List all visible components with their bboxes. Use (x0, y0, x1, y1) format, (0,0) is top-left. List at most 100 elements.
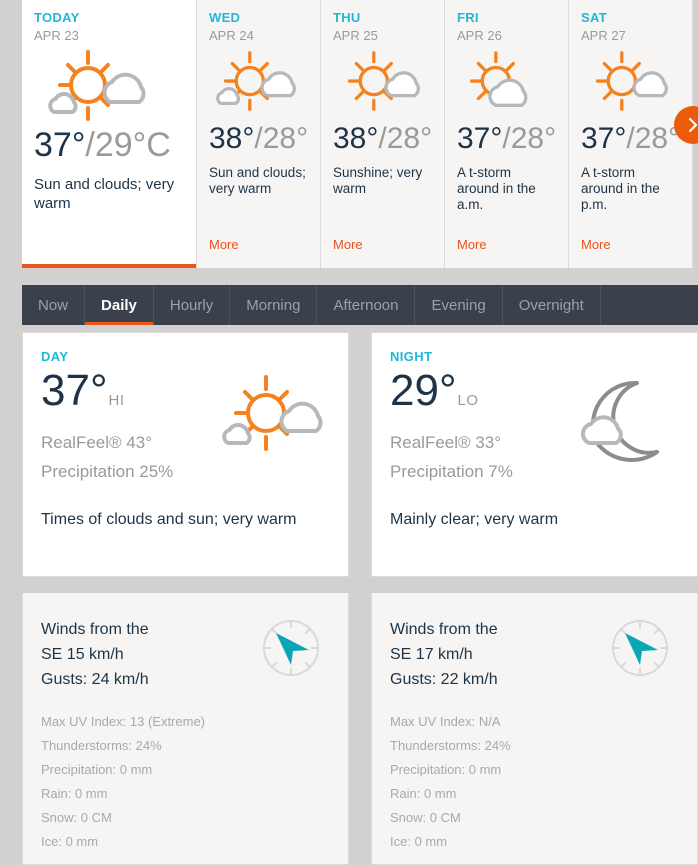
forecast-high-temp: 37° (34, 126, 86, 164)
forecast-date-label: APR 27 (581, 28, 626, 43)
night-detail-list: Max UV Index: N/A Thunderstorms: 24% Pre… (390, 710, 679, 854)
forecast-temperature: 37°/28° (457, 122, 556, 156)
forecast-description: Sun and clouds; very warm (34, 176, 175, 212)
forecast-low-temp: /28° (502, 122, 557, 155)
night-compass-wrap (609, 617, 671, 679)
day-temp-suffix: HI (108, 392, 125, 409)
day-description: Times of clouds and sun; very warm (41, 511, 297, 528)
compass-se-icon (263, 620, 319, 676)
tab-hourly[interactable]: Hourly (154, 285, 231, 325)
day-detail-list: Max UV Index: 13 (Extreme) Thunderstorms… (41, 710, 330, 854)
tab-label: Overnight (518, 296, 584, 314)
day-weather-icon-wrap (216, 371, 326, 471)
forecast-high-temp: 37° (457, 122, 503, 155)
night-detail-snow: Snow: 0 CM (390, 810, 461, 825)
forecast-more-link[interactable]: More (333, 237, 363, 252)
day-summary-card: DAY 37°HI RealFeel® 43° Precipitation 25… (22, 332, 349, 577)
forecast-card-fri[interactable]: FRI APR 26 37°/28° A t-storm around in t… (445, 0, 569, 268)
night-wind-card: Winds from the SE 17 km/h Gusts: 22 km/h… (371, 593, 698, 865)
tab-now[interactable]: Now (22, 285, 86, 325)
sun-behind-small-cloud-icon (595, 51, 668, 111)
sun-behind-cloud-icon (216, 51, 296, 111)
day-compass-wrap (260, 617, 322, 679)
forecast-description: A t-storm around in the p.m. (581, 165, 660, 212)
forecast-low-temp: /29°C (85, 126, 171, 164)
forecast-high-temp: 37° (581, 122, 627, 155)
forecast-day-label: WED (209, 10, 241, 25)
forecast-description: Sunshine; very warm (333, 165, 423, 196)
forecast-date-label: APR 23 (34, 28, 79, 43)
day-detail-uv: Max UV Index: 13 (Extreme) (41, 714, 205, 729)
day-detail-snow: Snow: 0 CM (41, 810, 112, 825)
forecast-more-link[interactable]: More (209, 237, 239, 252)
day-label: DAY (41, 349, 69, 364)
forecast-low-temp: /28° (254, 122, 309, 155)
tab-label: Afternoon (333, 296, 399, 314)
night-temp-value: 29° (390, 366, 457, 415)
forecast-high-temp: 38° (333, 122, 379, 155)
moon-behind-cloud-icon (580, 380, 659, 462)
forecast-more-link[interactable]: More (457, 237, 487, 252)
forecast-card-wed[interactable]: WED APR 24 38°/28° Sun and clouds; very … (197, 0, 321, 268)
forecast-temperature: 38°/28° (209, 122, 308, 156)
forecast-low-temp: /28° (378, 122, 433, 155)
tab-label: Daily (101, 296, 137, 314)
forecast-strip: TODAY APR 23 37°/29°C Sun and clouds; ve… (0, 0, 698, 270)
forecast-day-label: TODAY (34, 10, 80, 25)
forecast-day-label: FRI (457, 10, 479, 25)
tab-overnight[interactable]: Overnight (503, 285, 601, 325)
forecast-icon-wrap (209, 44, 308, 122)
forecast-icon-wrap (457, 44, 556, 122)
forecast-day-label: THU (333, 10, 361, 25)
forecast-date-label: APR 25 (333, 28, 378, 43)
tab-label: Now (38, 296, 69, 314)
forecast-day-label: SAT (581, 10, 607, 25)
day-detail-thunderstorms: Thunderstorms: 24% (41, 738, 162, 753)
forecast-card-sat[interactable]: SAT APR 27 37°/28° A t-storm around in t… (569, 0, 693, 268)
compass-se-icon (612, 620, 668, 676)
forecast-tabbar: Now Daily Hourly Morning Afternoon Eveni… (22, 285, 698, 325)
forecast-temperature: 38°/28° (333, 122, 432, 156)
sun-behind-small-cloud-icon (347, 51, 420, 111)
tab-label: Morning (246, 296, 301, 314)
sun-behind-cloud-icon (469, 51, 528, 107)
night-detail-ice: Ice: 0 mm (390, 834, 448, 849)
tab-label: Hourly (169, 296, 214, 314)
sun-behind-cloud-icon (222, 375, 323, 451)
day-detail-ice: Ice: 0 mm (41, 834, 99, 849)
forecast-temperature: 37°/28° (581, 122, 680, 156)
day-detail-precipitation: Precipitation: 0 mm (41, 762, 153, 777)
daily-detail-panels: DAY 37°HI RealFeel® 43° Precipitation 25… (22, 332, 698, 865)
next-arrow-icon (688, 117, 698, 133)
day-detail-rain: Rain: 0 mm (41, 786, 108, 801)
forecast-temperature: 37°/29°C (34, 126, 184, 164)
tab-morning[interactable]: Morning (230, 285, 318, 325)
day-wind-card: Winds from the SE 15 km/h Gusts: 24 km/h… (22, 593, 349, 865)
forecast-card-thu[interactable]: THU APR 25 38°/28° Sunshine; very warm M… (321, 0, 445, 268)
night-weather-icon-wrap (565, 371, 675, 471)
forecast-low-temp: /28° (626, 122, 681, 155)
night-label: NIGHT (390, 349, 433, 364)
day-temp-value: 37° (41, 366, 108, 415)
selected-card-indicator (22, 264, 196, 268)
night-column: NIGHT 29°LO RealFeel® 33° Precipitation … (371, 332, 698, 865)
night-description: Mainly clear; very warm (390, 511, 559, 528)
forecast-description: Sun and clouds; very warm (209, 165, 306, 196)
night-summary-card: NIGHT 29°LO RealFeel® 33° Precipitation … (371, 332, 698, 577)
forecast-high-temp: 38° (209, 122, 255, 155)
forecast-icon-wrap (581, 44, 680, 122)
tab-evening[interactable]: Evening (415, 285, 503, 325)
forecast-icon-wrap (333, 44, 432, 122)
night-detail-thunderstorms: Thunderstorms: 24% (390, 738, 511, 753)
sun-behind-cloud-icon (48, 50, 146, 121)
tab-label: Evening (431, 296, 486, 314)
forecast-more-link[interactable]: More (581, 237, 611, 252)
forecast-date-label: APR 26 (457, 28, 502, 43)
forecast-card-today[interactable]: TODAY APR 23 37°/29°C Sun and clouds; ve… (22, 0, 197, 268)
night-detail-rain: Rain: 0 mm (390, 786, 457, 801)
night-detail-uv: Max UV Index: N/A (390, 714, 501, 729)
tab-daily[interactable]: Daily (85, 285, 154, 325)
night-temp-suffix: LO (457, 392, 479, 409)
forecast-date-label: APR 24 (209, 28, 254, 43)
tab-afternoon[interactable]: Afternoon (317, 285, 416, 325)
